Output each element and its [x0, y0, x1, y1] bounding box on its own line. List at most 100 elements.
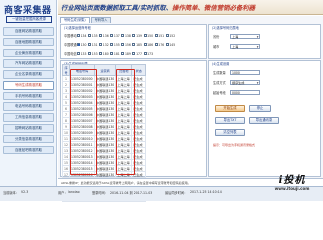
- checkbox-icon: [154, 43, 158, 46]
- segment-checkbox[interactable]: 185: [132, 43, 142, 47]
- tab-generate[interactable]: 号码生成(采集): [60, 17, 90, 23]
- carrier-label: 中国电信: [64, 52, 77, 56]
- table-cell: 上海上海: [115, 117, 133, 124]
- segment-label: 145: [169, 42, 176, 47]
- segment-checkbox[interactable]: 189: [121, 52, 131, 56]
- segment-checkbox[interactable]: 145: [165, 42, 176, 47]
- table-cell: 中国联通130: [93, 171, 117, 178]
- table-cell: 上海上海: [115, 135, 133, 142]
- province-label: 省份: [213, 35, 220, 39]
- sidebar-item[interactable]: 手机号码精准抓取: [3, 91, 54, 101]
- segment-label: 133: [80, 51, 87, 56]
- checkbox-icon: [99, 52, 103, 55]
- checkbox-icon: [110, 34, 114, 37]
- column-header[interactable]: 电话号码: [69, 64, 95, 76]
- segment-checkbox[interactable]: 132: [99, 43, 109, 47]
- segment-checkbox[interactable]: 136: [99, 34, 109, 38]
- table-cell: 上海上海: [115, 153, 133, 160]
- city-label: 城市: [213, 45, 220, 49]
- segment-checkbox[interactable]: 134: [77, 34, 87, 38]
- checkbox-icon: [165, 34, 169, 37]
- city-field: 城市 上海: [213, 44, 260, 49]
- count-label: 生成数量: [213, 71, 226, 75]
- sidebar-item[interactable]: 百度网站精准抓取: [3, 27, 54, 36]
- segment-checkbox[interactable]: 137: [110, 34, 120, 38]
- carrier-segment-group: (1)选择运营商号段 中国移动 134 135 136 137 138 139 150 151 1…: [60, 24, 207, 59]
- count-input[interactable]: 1000: [230, 70, 260, 75]
- carrier-label: 中国移动: [64, 34, 77, 38]
- sidebar-item[interactable]: 电话号码精准抓取: [3, 102, 54, 112]
- segment-checkbox[interactable]: 151: [154, 33, 165, 38]
- checkbox-icon: [132, 34, 136, 37]
- login-time-label: 登录时间：: [92, 191, 108, 195]
- start-input[interactable]: 0000: [230, 90, 260, 95]
- checkbox-icon: [132, 43, 136, 46]
- segment-label: 153: [91, 51, 98, 56]
- version-value: V2.3: [21, 190, 29, 194]
- mode-select[interactable]: 顺序生成: [230, 80, 260, 85]
- table-cell: 上海上海: [115, 75, 133, 82]
- segment-checkbox[interactable]: 138: [121, 34, 131, 38]
- clear-list-button[interactable]: 清空列表: [215, 129, 245, 136]
- segment-checkbox[interactable]: 176: [154, 43, 164, 47]
- segment-checkbox[interactable]: 180: [99, 52, 109, 56]
- sidebar-item[interactable]: 百度地图精准抓取: [3, 37, 54, 47]
- segment-checkbox[interactable]: 152: [165, 34, 175, 38]
- watermark-url: www.itouji.com: [274, 186, 310, 191]
- checkbox-icon: [121, 52, 125, 55]
- segment-checkbox[interactable]: 156: [121, 43, 131, 47]
- segment-checkbox[interactable]: 133: [77, 52, 87, 56]
- segment-checkbox[interactable]: 150: [143, 34, 153, 38]
- segment-label: 186: [147, 42, 154, 47]
- app-title: 商客采集器: [4, 6, 52, 16]
- table-cell: 中国联通130: [93, 105, 117, 112]
- city-select[interactable]: 上海: [230, 44, 260, 49]
- checkbox-icon: [165, 43, 169, 46]
- checkbox-icon: [143, 34, 147, 37]
- header-banner: 行业网站页面数据抓取工具/实时抓取、操作简单、微信营销必备利器: [58, 0, 323, 15]
- sidebar-item[interactable]: 工商信息精准抓取: [3, 113, 54, 122]
- segment-label: 173: [147, 51, 154, 56]
- stop-button[interactable]: 停止: [249, 105, 271, 112]
- table-cell: 中国联通130: [93, 75, 117, 82]
- column-header[interactable]: 运营商: [93, 64, 117, 76]
- table-cell: 中国联通130: [93, 129, 117, 136]
- sidebar-item[interactable]: 百度贴吧精准抓取: [3, 145, 54, 155]
- region-group-title: (2)选择号码归属地: [211, 24, 240, 30]
- sidebar-item[interactable]: 招聘网站精准抓取: [3, 124, 54, 133]
- banner-text-main: 行业网站页面数据抓取工具/实时抓取、: [61, 4, 172, 12]
- sidebar-menu: 百度网站精准抓取 百度地图精准抓取 企业黄页精准抓取 汽车网站精准抓取 企业名录精准抓取…: [3, 27, 54, 156]
- app-subtitle: 一键批量挖掘商客资源: [6, 16, 52, 23]
- segment-checkbox[interactable]: 177: [132, 52, 142, 56]
- segment-checkbox[interactable]: 135: [88, 34, 98, 38]
- sidebar-item[interactable]: 分类信息精准抓取: [3, 134, 54, 144]
- segment-checkbox[interactable]: 131: [88, 43, 98, 47]
- export-contacts-button[interactable]: 导出通讯录: [249, 117, 279, 124]
- export-txt-button[interactable]: 导出TXT: [215, 117, 245, 124]
- column-header[interactable]: 序号: [62, 64, 70, 76]
- segment-checkbox[interactable]: 130: [77, 43, 87, 47]
- province-select[interactable]: 上海: [230, 34, 260, 39]
- segment-label: 155: [113, 42, 120, 47]
- column-header[interactable]: 归属地: [115, 64, 133, 76]
- table-cell: 中国联通130: [93, 99, 117, 106]
- table-cell: 中国联通130: [93, 159, 117, 166]
- column-header[interactable]: 状态: [131, 64, 147, 76]
- sync-time-label: 最后同步时间：: [165, 191, 188, 195]
- segment-checkbox[interactable]: 153: [88, 52, 98, 56]
- sidebar-item[interactable]: 号码生成精准抓取: [3, 80, 54, 90]
- checkbox-icon: [143, 43, 147, 46]
- sidebar-item[interactable]: 企业黄页精准抓取: [3, 48, 54, 58]
- tab-import[interactable]: 号码导入: [90, 17, 112, 23]
- segment-label: 151: [158, 33, 165, 38]
- sidebar-item[interactable]: 企业名录精准抓取: [3, 70, 54, 79]
- generate-button[interactable]: 开始生成: [215, 105, 245, 112]
- segment-checkbox[interactable]: 139: [132, 34, 142, 38]
- checkbox-icon: [88, 52, 92, 55]
- segment-checkbox[interactable]: 186: [143, 42, 154, 47]
- segment-checkbox[interactable]: 181: [110, 52, 120, 56]
- table-cell: 上海上海: [115, 141, 133, 148]
- segment-checkbox[interactable]: 173: [143, 51, 154, 56]
- segment-checkbox[interactable]: 155: [110, 43, 120, 47]
- sidebar-item[interactable]: 汽车网站精准抓取: [3, 59, 54, 68]
